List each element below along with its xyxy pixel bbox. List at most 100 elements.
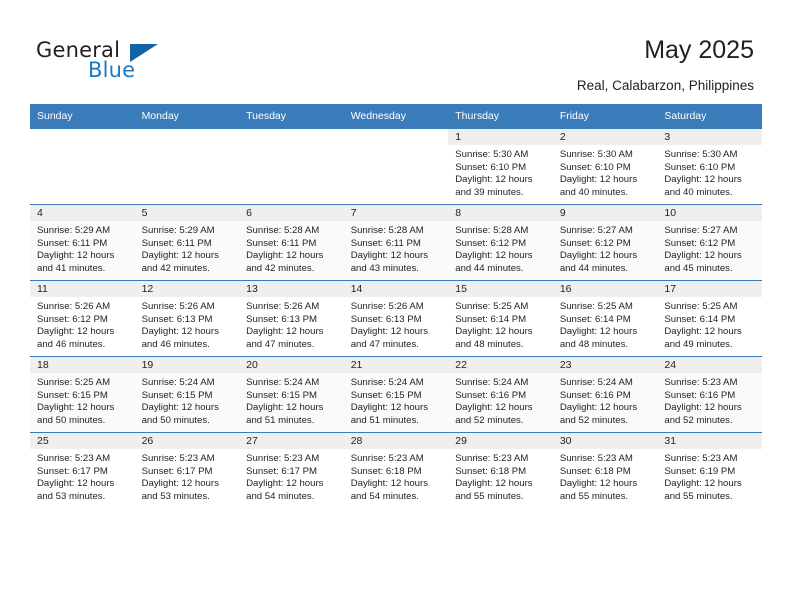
- calendar-day-cell[interactable]: 23 Sunrise: 5:24 AM Sunset: 6:16 PM Dayligh…: [552, 356, 658, 433]
- daylight-text: Daylight: 12 hours and 52 minutes.: [559, 402, 638, 426]
- calendar-day-cell[interactable]: 31 Sunrise: 5:23 AM Sunset: 6:19 PM Dayligh…: [657, 432, 762, 508]
- daylight-text: Daylight: 12 hours and 40 minutes.: [559, 174, 638, 198]
- sunset-text: Sunset: 6:10 PM: [559, 161, 631, 173]
- sunset-text: Sunset: 6:17 PM: [246, 465, 318, 477]
- sunrise-text: Sunrise: 5:24 AM: [246, 377, 320, 388]
- sunset-text: Sunset: 6:15 PM: [37, 389, 108, 401]
- calendar-page: General Blue May 2025 Real, Calabarzon, …: [0, 0, 792, 612]
- brand-logo[interactable]: General Blue: [36, 38, 256, 90]
- daylight-text: Daylight: 12 hours and 50 minutes.: [37, 402, 115, 426]
- calendar-day-cell[interactable]: 24 Sunrise: 5:23 AM Sunset: 6:16 PM Dayligh…: [657, 356, 762, 433]
- sunset-text: Sunset: 6:19 PM: [664, 465, 736, 477]
- daylight-text: Daylight: 12 hours and 53 minutes.: [141, 478, 219, 502]
- calendar-day-cell-empty: [343, 128, 449, 205]
- day-details: Sunrise: 5:23 AM Sunset: 6:17 PM Daylight:…: [135, 449, 240, 503]
- calendar-day-cell[interactable]: 25 Sunrise: 5:23 AM Sunset: 6:17 PM Dayligh…: [30, 432, 135, 508]
- day-number: 12: [134, 281, 240, 297]
- calendar-day-cell[interactable]: 11 Sunrise: 5:26 AM Sunset: 6:12 PM Dayligh…: [30, 280, 135, 357]
- calendar-day-cell[interactable]: 16 Sunrise: 5:25 AM Sunset: 6:14 PM Dayligh…: [552, 280, 658, 357]
- daylight-text: Daylight: 12 hours and 46 minutes.: [141, 326, 219, 350]
- day-number: 16: [552, 281, 658, 297]
- sunrise-text: Sunrise: 5:30 AM: [664, 149, 738, 160]
- calendar-day-cell[interactable]: 17 Sunrise: 5:25 AM Sunset: 6:14 PM Dayligh…: [657, 280, 762, 357]
- sunrise-sunset-calendar: Sunday Monday Tuesday Wednesday Thursday…: [30, 104, 762, 508]
- day-details: Sunrise: 5:23 AM Sunset: 6:17 PM Daylight:…: [30, 449, 135, 503]
- sunrise-text: Sunrise: 5:28 AM: [350, 225, 424, 236]
- day-number: 15: [448, 281, 553, 297]
- calendar-day-cell[interactable]: 5 Sunrise: 5:29 AM Sunset: 6:11 PM Daylight…: [134, 204, 240, 281]
- calendar-day-cell[interactable]: 20 Sunrise: 5:24 AM Sunset: 6:15 PM Dayligh…: [239, 356, 344, 433]
- daylight-text: Daylight: 12 hours and 52 minutes.: [455, 402, 533, 426]
- daylight-text: Daylight: 12 hours and 51 minutes.: [246, 402, 324, 426]
- calendar-day-cell[interactable]: 22 Sunrise: 5:24 AM Sunset: 6:16 PM Dayligh…: [448, 356, 553, 433]
- calendar-day-cell[interactable]: 27 Sunrise: 5:23 AM Sunset: 6:17 PM Dayligh…: [239, 432, 344, 508]
- calendar-day-cell[interactable]: 30 Sunrise: 5:23 AM Sunset: 6:18 PM Dayligh…: [552, 432, 658, 508]
- calendar-day-cell[interactable]: 13 Sunrise: 5:26 AM Sunset: 6:13 PM Dayligh…: [239, 280, 344, 357]
- calendar-day-cell[interactable]: 19 Sunrise: 5:24 AM Sunset: 6:15 PM Dayligh…: [134, 356, 240, 433]
- daylight-text: Daylight: 12 hours and 41 minutes.: [37, 250, 115, 274]
- calendar-day-cell[interactable]: 18 Sunrise: 5:25 AM Sunset: 6:15 PM Dayligh…: [30, 356, 135, 433]
- day-details: Sunrise: 5:25 AM Sunset: 6:14 PM Daylight:…: [448, 297, 553, 351]
- daylight-text: Daylight: 12 hours and 46 minutes.: [37, 326, 115, 350]
- daylight-text: Daylight: 12 hours and 55 minutes.: [455, 478, 533, 502]
- day-details: Sunrise: 5:27 AM Sunset: 6:12 PM Daylight:…: [553, 221, 658, 275]
- day-details: Sunrise: 5:28 AM Sunset: 6:11 PM Daylight:…: [344, 221, 449, 275]
- calendar-day-cell[interactable]: 12 Sunrise: 5:26 AM Sunset: 6:13 PM Dayligh…: [134, 280, 240, 357]
- calendar-day-cell[interactable]: 6 Sunrise: 5:28 AM Sunset: 6:11 PM Daylight…: [239, 204, 344, 281]
- weekday-header-thursday: Thursday: [448, 104, 553, 129]
- sunset-text: Sunset: 6:15 PM: [141, 389, 213, 401]
- weekday-header-friday: Friday: [552, 104, 658, 129]
- calendar-week-row: 1 Sunrise: 5:30 AM Sunset: 6:10 PM Daylight…: [30, 128, 762, 205]
- sunset-text: Sunset: 6:16 PM: [455, 389, 527, 401]
- day-details: Sunrise: 5:25 AM Sunset: 6:15 PM Daylight:…: [30, 373, 135, 427]
- weekday-header-monday: Monday: [134, 104, 240, 129]
- day-number: 6: [239, 205, 344, 221]
- weekday-header-wednesday: Wednesday: [343, 104, 449, 129]
- calendar-day-cell[interactable]: 4 Sunrise: 5:29 AM Sunset: 6:11 PM Daylight…: [30, 204, 135, 281]
- daylight-text: Daylight: 12 hours and 49 minutes.: [664, 326, 742, 350]
- day-number: 9: [552, 205, 658, 221]
- calendar-day-cell[interactable]: 29 Sunrise: 5:23 AM Sunset: 6:18 PM Dayligh…: [448, 432, 553, 508]
- calendar-day-cell[interactable]: 7 Sunrise: 5:28 AM Sunset: 6:11 PM Daylight…: [343, 204, 449, 281]
- calendar-day-cell[interactable]: 28 Sunrise: 5:23 AM Sunset: 6:18 PM Dayligh…: [343, 432, 449, 508]
- calendar-week-row: 4 Sunrise: 5:29 AM Sunset: 6:11 PM Daylight…: [30, 204, 762, 281]
- calendar-day-cell[interactable]: 8 Sunrise: 5:28 AM Sunset: 6:12 PM Daylight…: [448, 204, 553, 281]
- sunrise-text: Sunrise: 5:28 AM: [246, 225, 320, 236]
- day-details: Sunrise: 5:24 AM Sunset: 6:15 PM Daylight:…: [135, 373, 240, 427]
- day-details: Sunrise: 5:30 AM Sunset: 6:10 PM Daylight:…: [448, 145, 553, 199]
- daylight-text: Daylight: 12 hours and 51 minutes.: [350, 402, 429, 426]
- day-details: Sunrise: 5:23 AM Sunset: 6:18 PM Daylight:…: [448, 449, 553, 503]
- daylight-text: Daylight: 12 hours and 55 minutes.: [664, 478, 742, 502]
- day-details: Sunrise: 5:25 AM Sunset: 6:14 PM Daylight:…: [553, 297, 658, 351]
- daylight-text: Daylight: 12 hours and 54 minutes.: [350, 478, 429, 502]
- sunset-text: Sunset: 6:15 PM: [246, 389, 318, 401]
- calendar-day-cell[interactable]: 2 Sunrise: 5:30 AM Sunset: 6:10 PM Daylight…: [552, 128, 658, 205]
- sunset-text: Sunset: 6:14 PM: [559, 313, 631, 325]
- calendar-day-cell[interactable]: 21 Sunrise: 5:24 AM Sunset: 6:15 PM Dayligh…: [343, 356, 449, 433]
- sunrise-text: Sunrise: 5:23 AM: [559, 453, 633, 464]
- daylight-text: Daylight: 12 hours and 42 minutes.: [246, 250, 324, 274]
- brand-name-blue: Blue: [88, 58, 136, 82]
- calendar-day-cell[interactable]: 3 Sunrise: 5:30 AM Sunset: 6:10 PM Daylight…: [657, 128, 762, 205]
- sunset-text: Sunset: 6:13 PM: [141, 313, 213, 325]
- calendar-day-cell[interactable]: 26 Sunrise: 5:23 AM Sunset: 6:17 PM Dayligh…: [134, 432, 240, 508]
- sunset-text: Sunset: 6:12 PM: [455, 237, 527, 249]
- calendar-day-cell[interactable]: 9 Sunrise: 5:27 AM Sunset: 6:12 PM Daylight…: [552, 204, 658, 281]
- day-details: Sunrise: 5:26 AM Sunset: 6:12 PM Daylight:…: [30, 297, 135, 351]
- sunrise-text: Sunrise: 5:30 AM: [559, 149, 633, 160]
- calendar-day-cell[interactable]: 15 Sunrise: 5:25 AM Sunset: 6:14 PM Dayligh…: [448, 280, 553, 357]
- calendar-day-cell[interactable]: 1 Sunrise: 5:30 AM Sunset: 6:10 PM Daylight…: [448, 128, 553, 205]
- day-details: Sunrise: 5:30 AM Sunset: 6:10 PM Daylight:…: [553, 145, 658, 199]
- calendar-day-cell[interactable]: 10 Sunrise: 5:27 AM Sunset: 6:12 PM Dayligh…: [657, 204, 762, 281]
- day-details: Sunrise: 5:28 AM Sunset: 6:11 PM Daylight:…: [239, 221, 344, 275]
- day-number: 5: [134, 205, 240, 221]
- calendar-day-cell[interactable]: 14 Sunrise: 5:26 AM Sunset: 6:13 PM Dayligh…: [343, 280, 449, 357]
- day-details: Sunrise: 5:23 AM Sunset: 6:18 PM Daylight:…: [344, 449, 449, 503]
- sunrise-text: Sunrise: 5:26 AM: [350, 301, 424, 312]
- sunset-text: Sunset: 6:11 PM: [350, 237, 421, 249]
- daylight-text: Daylight: 12 hours and 47 minutes.: [350, 326, 429, 350]
- sunrise-text: Sunrise: 5:25 AM: [559, 301, 633, 312]
- day-number: 18: [30, 357, 135, 373]
- day-number: 23: [552, 357, 658, 373]
- day-details: Sunrise: 5:23 AM Sunset: 6:16 PM Daylight:…: [657, 373, 762, 427]
